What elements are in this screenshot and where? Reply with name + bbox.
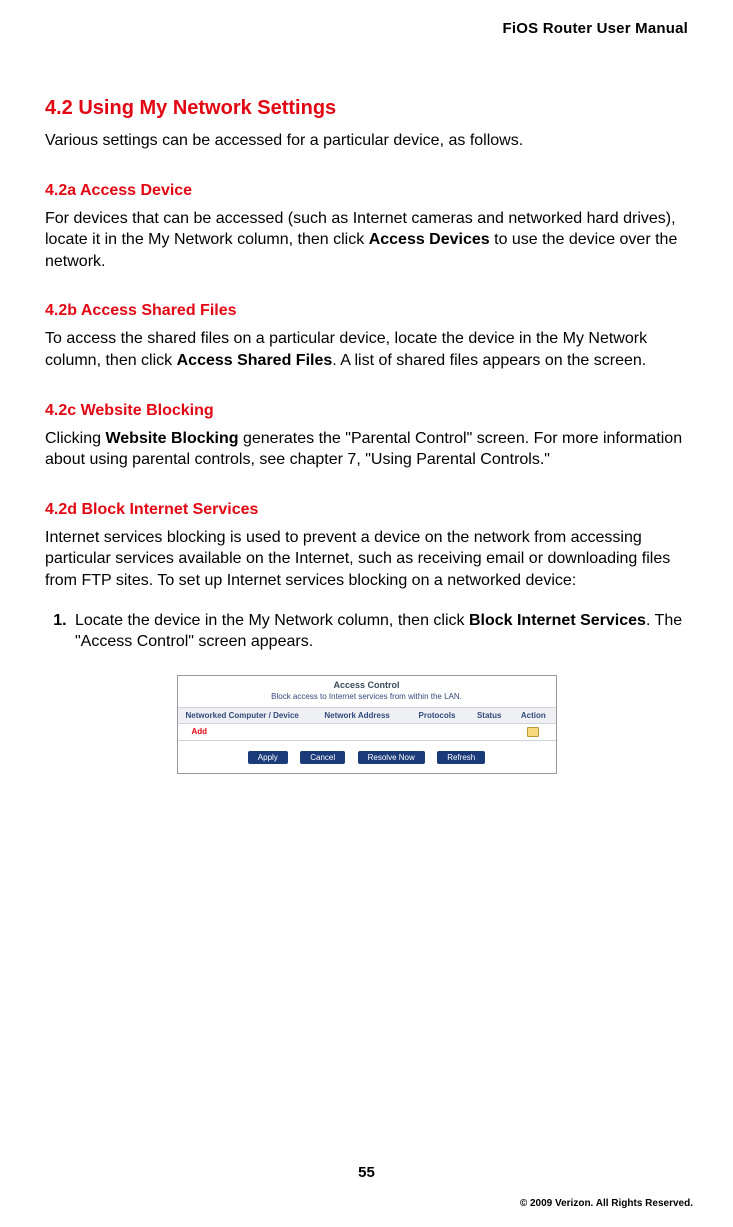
access-control-screenshot: Access Control Block access to Internet … <box>177 675 557 774</box>
para-4-2c-part1: Clicking <box>45 430 105 447</box>
subheading-4-2b: 4.2b Access Shared Files <box>45 302 688 320</box>
table-header-row: Networked Computer / Device Network Addr… <box>178 707 556 723</box>
col-protocols: Protocols <box>407 707 468 723</box>
subheading-4-2c: 4.2c Website Blocking <box>45 402 688 420</box>
para-4-2b: To access the shared files on a particul… <box>45 328 688 371</box>
figure-button-row: Apply Cancel Resolve Now Refresh <box>178 741 556 773</box>
col-action: Action <box>511 707 555 723</box>
refresh-button[interactable]: Refresh <box>437 751 485 764</box>
para-4-2d-intro: Internet services blocking is used to pr… <box>45 527 688 592</box>
manual-header: FiOS Router User Manual <box>45 20 688 37</box>
resolve-now-button[interactable]: Resolve Now <box>358 751 425 764</box>
block-internet-services-label: Block Internet Services <box>469 612 646 629</box>
step-1-part1: Locate the device in the My Network colu… <box>75 612 469 629</box>
col-device: Networked Computer / Device <box>178 707 308 723</box>
para-4-2c: Clicking Website Blocking generates the … <box>45 428 688 471</box>
step-1: Locate the device in the My Network colu… <box>71 610 688 653</box>
step-list: Locate the device in the My Network colu… <box>45 610 688 653</box>
para-4-2b-part2: . A list of shared files appears on the … <box>332 352 646 369</box>
add-link[interactable]: Add <box>184 727 208 736</box>
website-blocking-label: Website Blocking <box>105 430 238 447</box>
action-icon[interactable] <box>527 727 539 737</box>
col-status: Status <box>467 707 511 723</box>
figure-subtitle: Block access to Internet services from w… <box>178 692 556 707</box>
access-shared-files-label: Access Shared Files <box>177 352 333 369</box>
apply-button[interactable]: Apply <box>248 751 288 764</box>
table-row: Add <box>178 723 556 740</box>
figure-table: Networked Computer / Device Network Addr… <box>178 707 556 741</box>
figure-title: Access Control <box>178 676 556 692</box>
copyright-notice: © 2009 Verizon. All Rights Reserved. <box>520 1198 693 1209</box>
cancel-button[interactable]: Cancel <box>300 751 345 764</box>
page-number: 55 <box>0 1164 733 1181</box>
subheading-4-2a: 4.2a Access Device <box>45 182 688 200</box>
col-address: Network Address <box>308 707 407 723</box>
section-intro: Various settings can be accessed for a p… <box>45 130 688 152</box>
section-heading-4-2: 4.2 Using My Network Settings <box>45 97 688 120</box>
subheading-4-2d: 4.2d Block Internet Services <box>45 501 688 519</box>
para-4-2a: For devices that can be accessed (such a… <box>45 208 688 273</box>
access-devices-label: Access Devices <box>369 231 490 248</box>
